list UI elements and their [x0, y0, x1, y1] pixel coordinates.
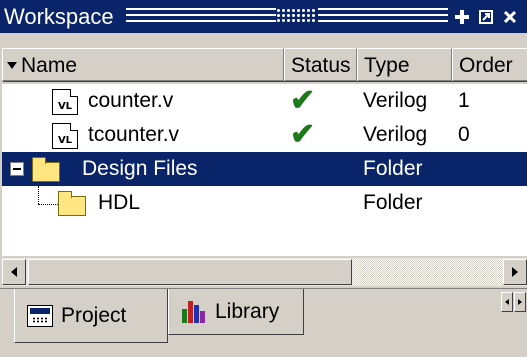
- tab-scroll-left-button[interactable]: [501, 292, 513, 312]
- column-header: Name Status Type Order: [2, 48, 527, 83]
- file-name: tcounter.v: [88, 123, 180, 146]
- list-item-selected[interactable]: Design Files Folder: [2, 152, 527, 186]
- checkmark-icon: ✔: [290, 118, 316, 151]
- scroll-right-icon: [512, 267, 518, 277]
- title-grip-line: [126, 8, 276, 10]
- verilog-file-icon: VL: [52, 89, 78, 115]
- title-grip-line: [318, 20, 448, 22]
- list-item[interactable]: VL counter.v ✔ Verilog 1: [2, 84, 527, 118]
- title-grip-dots: [276, 8, 316, 22]
- column-header-type[interactable]: Type: [357, 48, 452, 81]
- file-order: 1: [458, 89, 470, 112]
- list-item[interactable]: HDL Folder: [2, 186, 527, 220]
- file-type: Verilog: [363, 123, 428, 146]
- folder-icon: [32, 157, 60, 182]
- folder-name: HDL: [98, 191, 141, 214]
- scrollbar-thumb[interactable]: [28, 259, 352, 285]
- dock-button[interactable]: [454, 9, 470, 25]
- title-grip-line: [126, 14, 276, 16]
- close-button[interactable]: [502, 9, 518, 25]
- tree-connector: [38, 204, 60, 206]
- tab-project[interactable]: Project: [14, 289, 168, 343]
- column-header-order[interactable]: Order: [452, 48, 527, 81]
- folder-name: Design Files: [82, 157, 198, 180]
- title-grip-line: [318, 8, 448, 10]
- column-header-name[interactable]: Name: [2, 48, 284, 81]
- tab-label: Library: [215, 299, 280, 323]
- project-icon: [27, 304, 53, 327]
- dock-icon: [455, 10, 469, 24]
- title-grip-line: [318, 14, 448, 16]
- tree-connector: [38, 186, 40, 204]
- collapse-toggle-icon[interactable]: [10, 162, 24, 176]
- file-order: 0: [458, 123, 470, 146]
- maximize-icon: [479, 10, 493, 24]
- project-file-list[interactable]: VL counter.v ✔ Verilog 1 VL tcounter.v ✔…: [2, 84, 527, 256]
- column-label-name: Name: [21, 54, 78, 77]
- scroll-left-icon: [505, 299, 509, 305]
- scroll-right-icon: [518, 299, 522, 305]
- folder-type: Folder: [363, 191, 423, 214]
- file-badge: VL: [57, 101, 73, 112]
- scroll-left-button[interactable]: [2, 259, 26, 285]
- maximize-button[interactable]: [478, 9, 494, 25]
- file-type: Verilog: [363, 89, 428, 112]
- file-badge: VL: [57, 135, 73, 146]
- column-label-order: Order: [459, 54, 513, 77]
- title-grip-line: [126, 20, 276, 22]
- scroll-right-button[interactable]: [503, 259, 527, 285]
- close-icon: [503, 10, 517, 24]
- file-name: counter.v: [88, 89, 174, 112]
- column-label-type: Type: [364, 54, 410, 77]
- scroll-left-icon: [11, 267, 17, 277]
- sort-arrow-icon: [7, 62, 17, 69]
- tab-label: Project: [61, 303, 127, 327]
- list-item[interactable]: VL tcounter.v ✔ Verilog 0: [2, 118, 527, 152]
- window-title: Workspace: [4, 4, 114, 29]
- folder-type: Folder: [363, 157, 423, 180]
- verilog-file-icon: VL: [52, 123, 78, 149]
- column-label-status: Status: [291, 54, 351, 77]
- folder-icon: [58, 191, 86, 216]
- checkmark-icon: ✔: [290, 84, 316, 117]
- column-header-status[interactable]: Status: [284, 48, 357, 81]
- tab-scroll-right-button[interactable]: [514, 292, 526, 312]
- library-icon: [181, 300, 207, 323]
- scrollbar-track[interactable]: [354, 259, 503, 285]
- title-bar[interactable]: Workspace: [0, 0, 527, 33]
- tab-strip: Project Library: [0, 288, 527, 357]
- horizontal-scrollbar[interactable]: [2, 258, 527, 286]
- tab-library[interactable]: Library: [168, 289, 304, 335]
